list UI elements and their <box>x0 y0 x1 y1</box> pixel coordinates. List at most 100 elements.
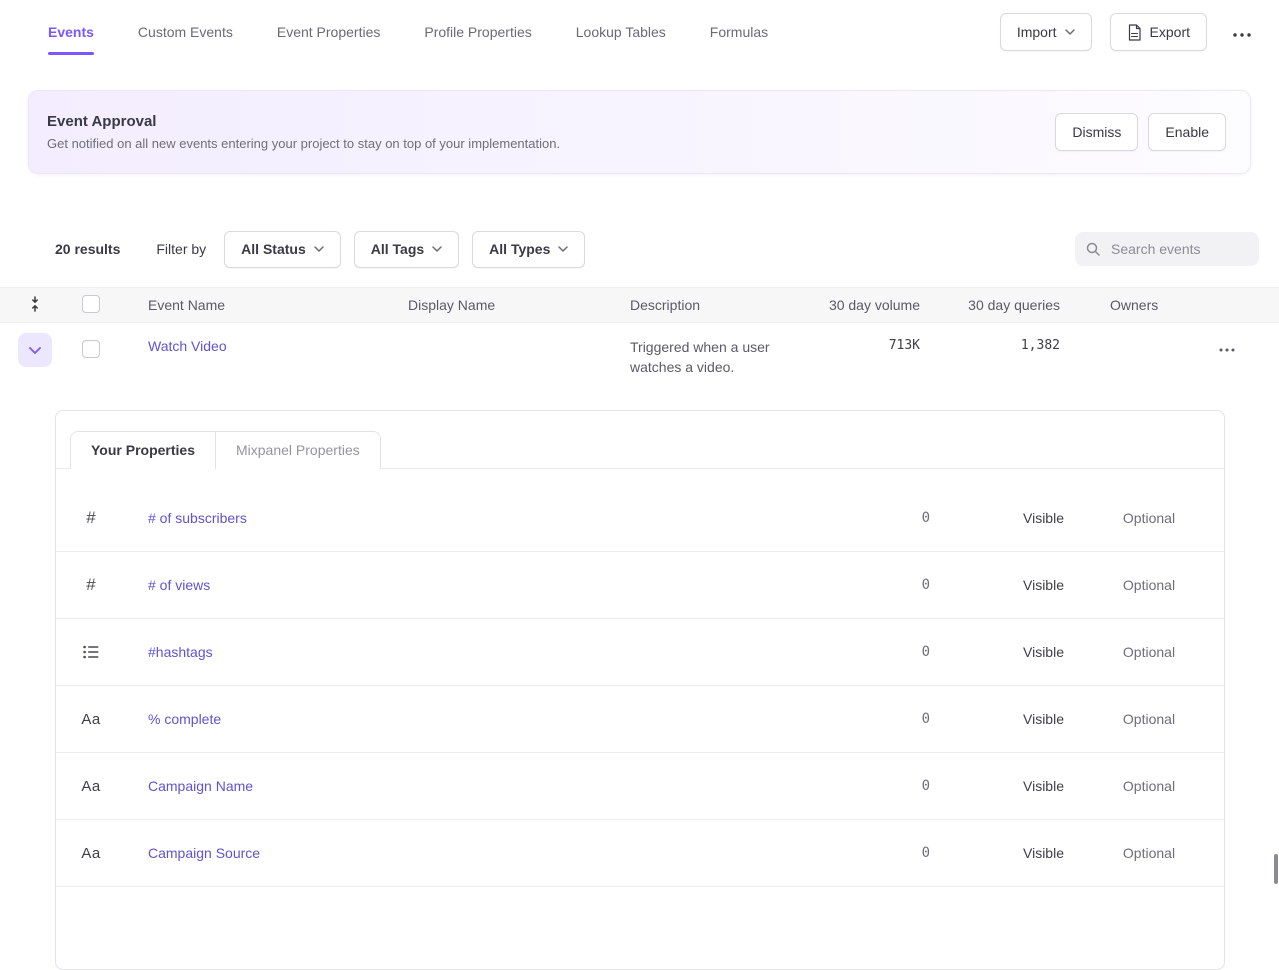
tab-formulas[interactable]: Formulas <box>710 24 768 40</box>
description-cell: Triggered when a user watches a video. <box>594 323 784 377</box>
number-type-icon: # <box>86 575 95 595</box>
property-visibility: Visible <box>930 845 1074 861</box>
tab-mixpanel-properties[interactable]: Mixpanel Properties <box>215 432 380 469</box>
column-header-volume[interactable]: 30 day volume <box>784 297 920 313</box>
text-type-icon: Aa <box>81 845 100 862</box>
property-requirement: Optional <box>1074 711 1224 727</box>
list-item: Aa Campaign Name 0 Visible Optional <box>56 753 1224 820</box>
property-visibility: Visible <box>930 778 1074 794</box>
filter-by-label: Filter by <box>156 241 206 257</box>
text-type-icon: Aa <box>81 778 100 795</box>
more-options-button[interactable] <box>1225 25 1259 40</box>
property-requirement: Optional <box>1074 577 1224 593</box>
property-name-link[interactable]: # of views <box>148 577 210 593</box>
queries-cell: 1,382 <box>920 323 1060 353</box>
chevron-down-icon <box>1065 29 1075 35</box>
nav-tabs: Events Custom Events Event Properties Pr… <box>48 24 768 40</box>
chevron-down-icon <box>29 347 41 354</box>
tab-profile-properties[interactable]: Profile Properties <box>424 24 531 40</box>
filter-row: 20 results Filter by All Status All Tags… <box>55 230 1259 268</box>
top-nav: Events Custom Events Event Properties Pr… <box>0 0 1279 64</box>
results-count: 20 results <box>55 241 120 257</box>
table-row: Watch Video Triggered when a user watche… <box>0 323 1279 385</box>
property-visibility: Visible <box>930 644 1074 660</box>
list-item: Aa % complete 0 Visible Optional <box>56 686 1224 753</box>
text-type-icon: Aa <box>81 711 100 728</box>
list-item: Aa Campaign Source 0 Visible Optional <box>56 820 1224 887</box>
property-requirement: Optional <box>1074 510 1224 526</box>
property-name-link[interactable]: # of subscribers <box>148 510 247 526</box>
banner-title: Event Approval <box>47 113 560 130</box>
properties-list: # # of subscribers 0 Visible Optional # … <box>56 469 1224 887</box>
ellipsis-icon <box>1233 33 1251 37</box>
search-events-input[interactable] <box>1109 240 1249 258</box>
tab-your-properties[interactable]: Your Properties <box>71 432 215 469</box>
status-filter-label: All Status <box>241 241 306 257</box>
property-count: 0 <box>834 778 930 794</box>
tab-events[interactable]: Events <box>48 24 94 40</box>
property-name-link[interactable]: % complete <box>148 711 221 727</box>
collapse-all-button[interactable] <box>27 296 43 312</box>
list-item: #hashtags 0 Visible Optional <box>56 619 1224 686</box>
dismiss-button[interactable]: Dismiss <box>1055 113 1138 151</box>
property-name-link[interactable]: #hashtags <box>148 644 213 660</box>
row-checkbox[interactable] <box>82 340 100 358</box>
chevron-down-icon <box>558 246 568 252</box>
properties-tab-group: Your Properties Mixpanel Properties <box>70 431 381 469</box>
types-filter-dropdown[interactable]: All Types <box>472 231 585 268</box>
chevron-down-icon <box>314 246 324 252</box>
search-box <box>1075 232 1259 266</box>
tab-lookup-tables[interactable]: Lookup Tables <box>576 24 666 40</box>
property-requirement: Optional <box>1074 778 1224 794</box>
banner-text: Event Approval Get notified on all new e… <box>47 113 560 151</box>
column-header-owners[interactable]: Owners <box>1060 297 1175 313</box>
property-count: 0 <box>834 644 930 660</box>
list-type-icon <box>83 645 99 659</box>
column-header-display-name[interactable]: Display Name <box>372 297 594 313</box>
property-requirement: Optional <box>1074 845 1224 861</box>
export-button-label: Export <box>1150 24 1190 40</box>
search-icon <box>1085 241 1101 257</box>
import-button[interactable]: Import <box>1000 13 1092 51</box>
display-name-cell <box>372 323 594 338</box>
scrollbar-thumb[interactable] <box>1274 854 1278 884</box>
property-name-link[interactable]: Campaign Source <box>148 845 260 861</box>
column-header-queries[interactable]: 30 day queries <box>920 297 1060 313</box>
owners-cell <box>1060 323 1175 338</box>
banner-actions: Dismiss Enable <box>1055 113 1226 151</box>
tags-filter-dropdown[interactable]: All Tags <box>354 231 459 268</box>
ellipsis-icon <box>1219 348 1235 352</box>
export-csv-icon <box>1127 24 1142 41</box>
column-header-event-name[interactable]: Event Name <box>112 297 372 313</box>
event-name-link[interactable]: Watch Video <box>148 338 227 354</box>
volume-cell: 713K <box>784 323 920 353</box>
property-visibility: Visible <box>930 711 1074 727</box>
property-name-link[interactable]: Campaign Name <box>148 778 253 794</box>
property-count: 0 <box>834 577 930 593</box>
table-header: Event Name Display Name Description 30 d… <box>0 287 1279 323</box>
list-item: # # of views 0 Visible Optional <box>56 552 1224 619</box>
import-button-label: Import <box>1017 24 1057 40</box>
properties-panel: Your Properties Mixpanel Properties # # … <box>55 410 1225 970</box>
status-filter-dropdown[interactable]: All Status <box>224 231 341 268</box>
select-all-checkbox[interactable] <box>82 295 100 313</box>
property-count: 0 <box>834 510 930 526</box>
property-count: 0 <box>834 845 930 861</box>
nav-actions: Import Export <box>1000 13 1259 51</box>
tab-event-properties[interactable]: Event Properties <box>277 24 381 40</box>
properties-tabbar: Your Properties Mixpanel Properties <box>56 411 1224 469</box>
collapse-row-button[interactable] <box>18 333 52 367</box>
column-header-description[interactable]: Description <box>594 297 784 313</box>
property-requirement: Optional <box>1074 644 1224 660</box>
types-filter-label: All Types <box>489 241 550 257</box>
export-button[interactable]: Export <box>1110 13 1207 51</box>
list-item: # # of subscribers 0 Visible Optional <box>56 485 1224 552</box>
enable-button[interactable]: Enable <box>1148 113 1226 151</box>
number-type-icon: # <box>86 508 95 528</box>
tab-custom-events[interactable]: Custom Events <box>138 24 233 40</box>
property-visibility: Visible <box>930 510 1074 526</box>
tags-filter-label: All Tags <box>371 241 424 257</box>
row-more-button[interactable] <box>1211 340 1243 355</box>
event-approval-banner: Event Approval Get notified on all new e… <box>28 90 1251 174</box>
property-visibility: Visible <box>930 577 1074 593</box>
